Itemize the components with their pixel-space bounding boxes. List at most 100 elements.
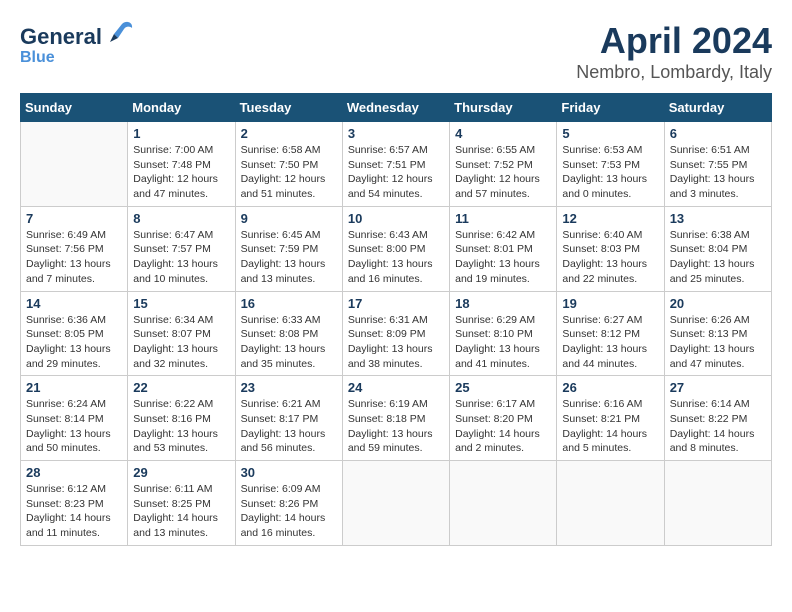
day-info: Sunrise: 6:24 AMSunset: 8:14 PMDaylight:… [26, 397, 122, 456]
week-row-2: 14 Sunrise: 6:36 AMSunset: 8:05 PMDayligh… [21, 291, 772, 376]
day-info: Sunrise: 6:22 AMSunset: 8:16 PMDaylight:… [133, 397, 229, 456]
day-cell: 4Sunrise: 6:55 AMSunset: 7:52 PMDaylight… [450, 122, 557, 207]
day-info: Sunrise: 6:57 AMSunset: 7:51 PMDaylight:… [348, 143, 444, 202]
day-cell: 19 Sunrise: 6:27 AMSunset: 8:12 PMDayligh… [557, 291, 664, 376]
day-info: Sunrise: 6:31 AMSunset: 8:09 PMDaylight:… [348, 313, 444, 372]
day-number: 19 [562, 296, 658, 311]
col-thursday: Thursday [450, 94, 557, 122]
day-number: 23 [241, 380, 337, 395]
day-info: Sunrise: 6:40 AMSunset: 8:03 PMDaylight:… [562, 228, 658, 287]
day-number: 7 [26, 211, 122, 226]
col-saturday: Saturday [664, 94, 771, 122]
week-row-0: 1 Sunrise: 7:00 AMSunset: 7:48 PMDaylight… [21, 122, 772, 207]
day-info: Sunrise: 6:42 AMSunset: 8:01 PMDaylight:… [455, 228, 551, 287]
day-info: Sunrise: 6:36 AMSunset: 8:05 PMDaylight:… [26, 313, 122, 372]
day-cell [450, 461, 557, 546]
day-number: 4 [455, 126, 551, 141]
col-monday: Monday [128, 94, 235, 122]
day-info: Sunrise: 6:53 AMSunset: 7:53 PMDaylight:… [562, 143, 658, 202]
day-cell: 5Sunrise: 6:53 AMSunset: 7:53 PMDaylight… [557, 122, 664, 207]
day-cell: 8 Sunrise: 6:47 AMSunset: 7:57 PMDaylight… [128, 206, 235, 291]
day-cell: 11 Sunrise: 6:42 AMSunset: 8:01 PMDayligh… [450, 206, 557, 291]
page-subtitle: Nembro, Lombardy, Italy [576, 62, 772, 83]
day-cell: 24 Sunrise: 6:19 AMSunset: 8:18 PMDayligh… [342, 376, 449, 461]
day-info: Sunrise: 6:11 AMSunset: 8:25 PMDaylight:… [133, 482, 229, 541]
day-cell [557, 461, 664, 546]
day-number: 15 [133, 296, 229, 311]
day-number: 24 [348, 380, 444, 395]
week-row-3: 21 Sunrise: 6:24 AMSunset: 8:14 PMDayligh… [21, 376, 772, 461]
week-row-4: 28Sunrise: 6:12 AMSunset: 8:23 PMDayligh… [21, 461, 772, 546]
day-info: Sunrise: 6:49 AMSunset: 7:56 PMDaylight:… [26, 228, 122, 287]
day-number: 14 [26, 296, 122, 311]
day-cell: 25 Sunrise: 6:17 AMSunset: 8:20 PMDayligh… [450, 376, 557, 461]
day-cell: 29 Sunrise: 6:11 AMSunset: 8:25 PMDayligh… [128, 461, 235, 546]
col-wednesday: Wednesday [342, 94, 449, 122]
day-info: Sunrise: 6:27 AMSunset: 8:12 PMDaylight:… [562, 313, 658, 372]
day-number: 6 [670, 126, 766, 141]
day-cell: 23 Sunrise: 6:21 AMSunset: 8:17 PMDayligh… [235, 376, 342, 461]
day-cell: 30 Sunrise: 6:09 AMSunset: 8:26 PMDayligh… [235, 461, 342, 546]
day-cell: 28Sunrise: 6:12 AMSunset: 8:23 PMDayligh… [21, 461, 128, 546]
day-number: 9 [241, 211, 337, 226]
day-number: 22 [133, 380, 229, 395]
col-sunday: Sunday [21, 94, 128, 122]
calendar-table: Sunday Monday Tuesday Wednesday Thursday… [20, 93, 772, 546]
day-number: 20 [670, 296, 766, 311]
day-cell: 20Sunrise: 6:26 AMSunset: 8:13 PMDayligh… [664, 291, 771, 376]
day-cell: 13 Sunrise: 6:38 AMSunset: 8:04 PMDayligh… [664, 206, 771, 291]
day-cell: 17 Sunrise: 6:31 AMSunset: 8:09 PMDayligh… [342, 291, 449, 376]
day-number: 27 [670, 380, 766, 395]
day-info: Sunrise: 6:43 AMSunset: 8:00 PMDaylight:… [348, 228, 444, 287]
page-title: April 2024 [576, 20, 772, 62]
day-number: 26 [562, 380, 658, 395]
day-number: 30 [241, 465, 337, 480]
day-cell: 12Sunrise: 6:40 AMSunset: 8:03 PMDayligh… [557, 206, 664, 291]
day-number: 28 [26, 465, 122, 480]
day-number: 29 [133, 465, 229, 480]
day-info: Sunrise: 6:19 AMSunset: 8:18 PMDaylight:… [348, 397, 444, 456]
day-cell [664, 461, 771, 546]
day-info: Sunrise: 6:33 AMSunset: 8:08 PMDaylight:… [241, 313, 337, 372]
day-cell [342, 461, 449, 546]
day-info: Sunrise: 6:09 AMSunset: 8:26 PMDaylight:… [241, 482, 337, 541]
day-info: Sunrise: 6:21 AMSunset: 8:17 PMDaylight:… [241, 397, 337, 456]
title-section: April 2024 Nembro, Lombardy, Italy [576, 20, 772, 83]
day-number: 2 [241, 126, 337, 141]
day-info: Sunrise: 7:00 AMSunset: 7:48 PMDaylight:… [133, 143, 229, 202]
day-cell: 27Sunrise: 6:14 AMSunset: 8:22 PMDayligh… [664, 376, 771, 461]
day-cell: 9Sunrise: 6:45 AMSunset: 7:59 PMDaylight… [235, 206, 342, 291]
day-cell: 10 Sunrise: 6:43 AMSunset: 8:00 PMDayligh… [342, 206, 449, 291]
day-info: Sunrise: 6:58 AMSunset: 7:50 PMDaylight:… [241, 143, 337, 202]
day-number: 13 [670, 211, 766, 226]
day-info: Sunrise: 6:29 AMSunset: 8:10 PMDaylight:… [455, 313, 551, 372]
logo-bird-icon [104, 20, 134, 53]
day-info: Sunrise: 6:38 AMSunset: 8:04 PMDaylight:… [670, 228, 766, 287]
day-cell: 1 Sunrise: 7:00 AMSunset: 7:48 PMDaylight… [128, 122, 235, 207]
day-cell: 16 Sunrise: 6:33 AMSunset: 8:08 PMDayligh… [235, 291, 342, 376]
day-cell: 6Sunrise: 6:51 AMSunset: 7:55 PMDaylight… [664, 122, 771, 207]
col-friday: Friday [557, 94, 664, 122]
day-number: 25 [455, 380, 551, 395]
day-info: Sunrise: 6:47 AMSunset: 7:57 PMDaylight:… [133, 228, 229, 287]
day-cell: 26 Sunrise: 6:16 AMSunset: 8:21 PMDayligh… [557, 376, 664, 461]
day-cell: 3Sunrise: 6:57 AMSunset: 7:51 PMDaylight… [342, 122, 449, 207]
day-number: 16 [241, 296, 337, 311]
day-number: 10 [348, 211, 444, 226]
day-cell: 2 Sunrise: 6:58 AMSunset: 7:50 PMDaylight… [235, 122, 342, 207]
day-cell: 18Sunrise: 6:29 AMSunset: 8:10 PMDayligh… [450, 291, 557, 376]
col-tuesday: Tuesday [235, 94, 342, 122]
logo: General Blue [20, 20, 134, 67]
day-cell [21, 122, 128, 207]
day-info: Sunrise: 6:16 AMSunset: 8:21 PMDaylight:… [562, 397, 658, 456]
day-number: 8 [133, 211, 229, 226]
day-number: 11 [455, 211, 551, 226]
day-cell: 21 Sunrise: 6:24 AMSunset: 8:14 PMDayligh… [21, 376, 128, 461]
day-info: Sunrise: 6:17 AMSunset: 8:20 PMDaylight:… [455, 397, 551, 456]
day-cell: 14 Sunrise: 6:36 AMSunset: 8:05 PMDayligh… [21, 291, 128, 376]
day-number: 1 [133, 126, 229, 141]
day-number: 17 [348, 296, 444, 311]
day-number: 21 [26, 380, 122, 395]
day-cell: 15Sunrise: 6:34 AMSunset: 8:07 PMDayligh… [128, 291, 235, 376]
day-cell: 7 Sunrise: 6:49 AMSunset: 7:56 PMDaylight… [21, 206, 128, 291]
